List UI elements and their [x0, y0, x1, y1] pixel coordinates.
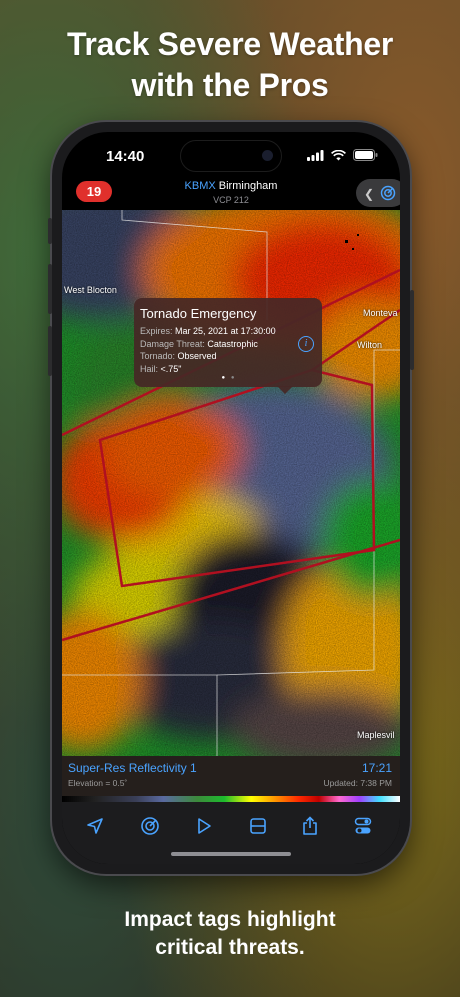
play-animation-button[interactable] — [190, 812, 218, 840]
split-layout-button[interactable] — [244, 812, 272, 840]
phone-screen: 14:40 19 KBMX Birmingham VCP 212 ❮ West … — [62, 132, 400, 864]
headline-line-1: Track Severe Weather — [66, 26, 394, 62]
toggles-icon — [354, 817, 372, 834]
phone-side-button — [410, 290, 414, 370]
expires-label: Expires: — [140, 326, 173, 336]
popup-pointer — [277, 386, 293, 394]
page-indicator: ● ● — [134, 375, 322, 381]
hail-value: <.75" — [160, 363, 182, 374]
home-indicator[interactable] — [171, 852, 291, 856]
location-button[interactable] — [81, 812, 109, 840]
updated-label: Updated: 7:38 PM — [323, 778, 392, 788]
city-label-montevallo: Monteva — [363, 308, 398, 318]
camera-icon — [262, 150, 273, 161]
app-header: 19 KBMX Birmingham VCP 212 ❮ — [62, 176, 400, 210]
vcp-label: VCP 212 — [213, 195, 249, 205]
product-name: Super-Res Reflectivity 1 — [68, 761, 197, 775]
city-label-maplesville: Maplesvil — [357, 730, 395, 740]
radar-target-icon — [141, 817, 159, 835]
location-arrow-icon — [87, 818, 103, 834]
share-button[interactable] — [296, 812, 324, 840]
warning-expires-row: Expires: Mar 25, 2021 at 17:30:00 — [140, 325, 316, 338]
hail-label: Hail: — [140, 363, 159, 374]
radar-panel-toggle[interactable]: ❮ — [356, 179, 400, 207]
battery-icon — [353, 149, 378, 161]
warning-hail-row: Hail: <.75" — [140, 363, 316, 376]
radar-map[interactable]: West Blocton Monteva Wilton Maplesvil To… — [62, 210, 400, 756]
station-code: KBMX — [184, 180, 216, 192]
radar-button[interactable] — [136, 812, 164, 840]
tornado-value: Observed — [177, 351, 217, 361]
phone-action-button — [48, 218, 52, 244]
subline-line-1: Impact tags highlight — [124, 908, 336, 931]
bottom-toolbar — [62, 802, 400, 864]
city-label-wilton: Wilton — [357, 340, 383, 350]
marketing-headline: Track Severe Weather with the Pros — [0, 24, 460, 106]
page-dot-inactive: ● — [230, 375, 235, 381]
status-time: 14:40 — [106, 148, 145, 165]
split-layout-icon — [250, 818, 266, 834]
elevation-label: Elevation = 0.5˚ — [68, 778, 128, 788]
station-name: Birmingham — [218, 180, 278, 192]
signal-icon — [307, 149, 324, 161]
share-icon — [303, 816, 317, 835]
info-icon[interactable]: i — [298, 336, 314, 352]
radar-target-icon — [380, 185, 396, 201]
station-selector[interactable]: KBMX Birmingham — [62, 180, 400, 192]
play-icon — [198, 818, 211, 834]
phone-volume-down — [48, 326, 52, 376]
phone-volume-up — [48, 264, 52, 314]
chevron-left-icon: ❮ — [364, 187, 375, 201]
warning-tornado-row: Tornado: Observed — [140, 350, 316, 363]
warning-damage-row: Damage Threat: Catastrophic — [140, 338, 316, 351]
settings-toggles-button[interactable] — [349, 812, 377, 840]
page-dot-active: ● — [221, 375, 226, 381]
damage-value: Catastrophic — [207, 338, 258, 349]
dynamic-island — [180, 140, 282, 172]
headline-line-2: with the Pros — [131, 67, 329, 103]
scan-time: 17:21 — [361, 761, 392, 775]
warning-popup[interactable]: Tornado Emergency Expires: Mar 25, 2021 … — [134, 298, 322, 394]
subline-line-2: critical threats. — [155, 936, 305, 959]
status-bar: 14:40 — [62, 132, 400, 182]
tornado-label: Tornado: — [140, 351, 176, 361]
marketing-subline: Impact tags highlight critical threats. — [0, 906, 460, 962]
city-label-west-blocton: West Blocton — [64, 285, 117, 295]
system-icons — [307, 149, 378, 161]
wifi-icon — [331, 149, 346, 160]
product-info-bar[interactable]: Super-Res Reflectivity 1 17:21 Elevation… — [62, 756, 400, 796]
damage-label: Damage Threat: — [140, 338, 205, 349]
expires-value: Mar 25, 2021 at 17:30:00 — [175, 326, 276, 336]
warning-title: Tornado Emergency — [140, 306, 257, 321]
